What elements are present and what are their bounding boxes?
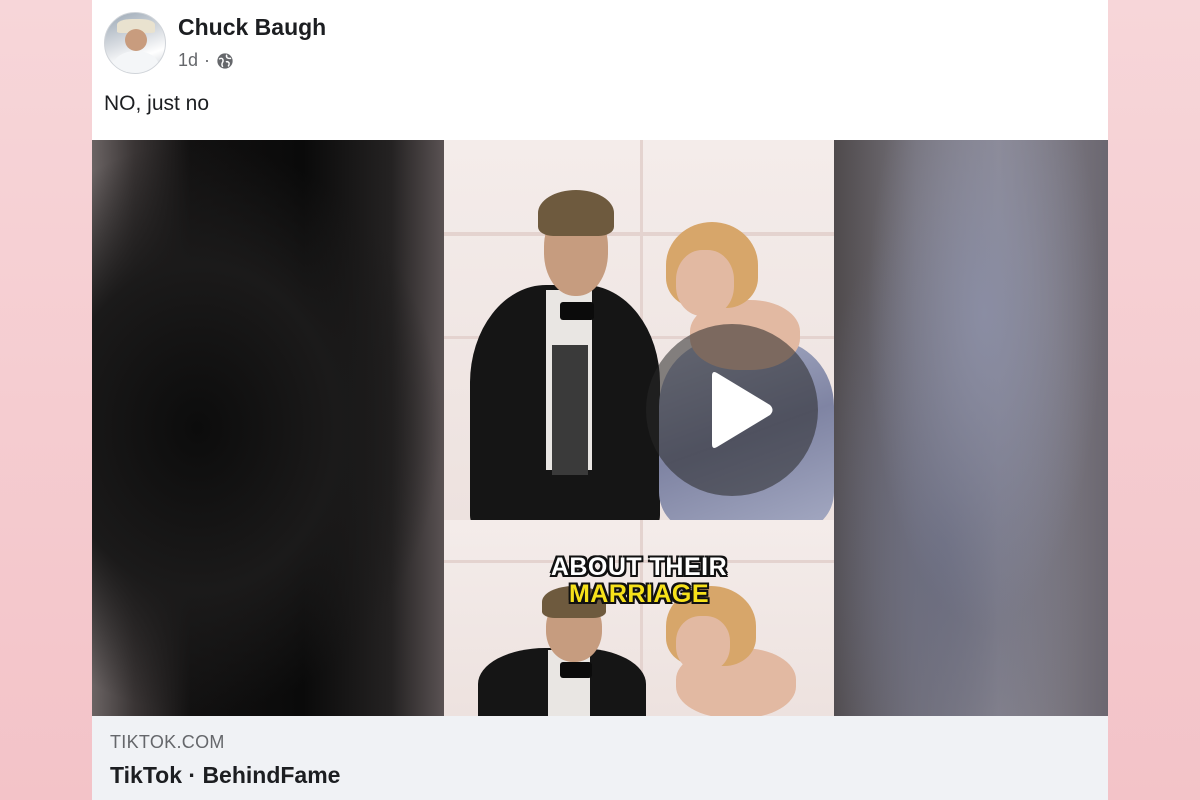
- link-title[interactable]: TikTok · BehindFame: [110, 762, 340, 789]
- blurred-background-right: [834, 140, 1108, 716]
- woman-face: [676, 250, 734, 316]
- play-icon: [712, 372, 773, 448]
- man-bowtie: [560, 662, 592, 678]
- woman-face: [676, 616, 730, 672]
- man-hair: [538, 190, 614, 236]
- video-scene-bottom: [444, 520, 834, 716]
- author-name[interactable]: Chuck Baugh: [178, 14, 326, 41]
- post-text: NO, just no: [104, 92, 210, 115]
- video-media[interactable]: ABOUT THEIR MARRIAGE: [92, 140, 1108, 716]
- caption-line-1: ABOUT THEIR: [550, 553, 728, 581]
- meta-separator: ·: [204, 50, 211, 70]
- post-meta: 1d ·: [178, 50, 234, 71]
- caption-line-2: MARRIAGE: [568, 580, 710, 608]
- play-button[interactable]: [646, 324, 818, 496]
- blurred-background-left: [92, 140, 444, 716]
- man-vest: [552, 345, 588, 475]
- post-timestamp[interactable]: 1d: [178, 50, 198, 71]
- avatar-face: [125, 29, 147, 51]
- link-domain: TIKTOK.COM: [110, 732, 225, 752]
- video-caption: ABOUT THEIR MARRIAGE: [444, 554, 834, 608]
- backdrop-trim: [444, 232, 834, 236]
- man-bowtie: [560, 302, 594, 320]
- author-avatar[interactable]: [104, 12, 166, 74]
- link-preview[interactable]: TIKTOK.COM TikTok · BehindFame: [92, 716, 1108, 800]
- post-header: Chuck Baugh 1d · NO, just no: [92, 0, 1108, 140]
- facebook-post-card: Chuck Baugh 1d · NO, just no ABOUT THEIR…: [92, 0, 1108, 800]
- avatar-shirt: [113, 51, 159, 73]
- globe-icon[interactable]: [216, 52, 234, 70]
